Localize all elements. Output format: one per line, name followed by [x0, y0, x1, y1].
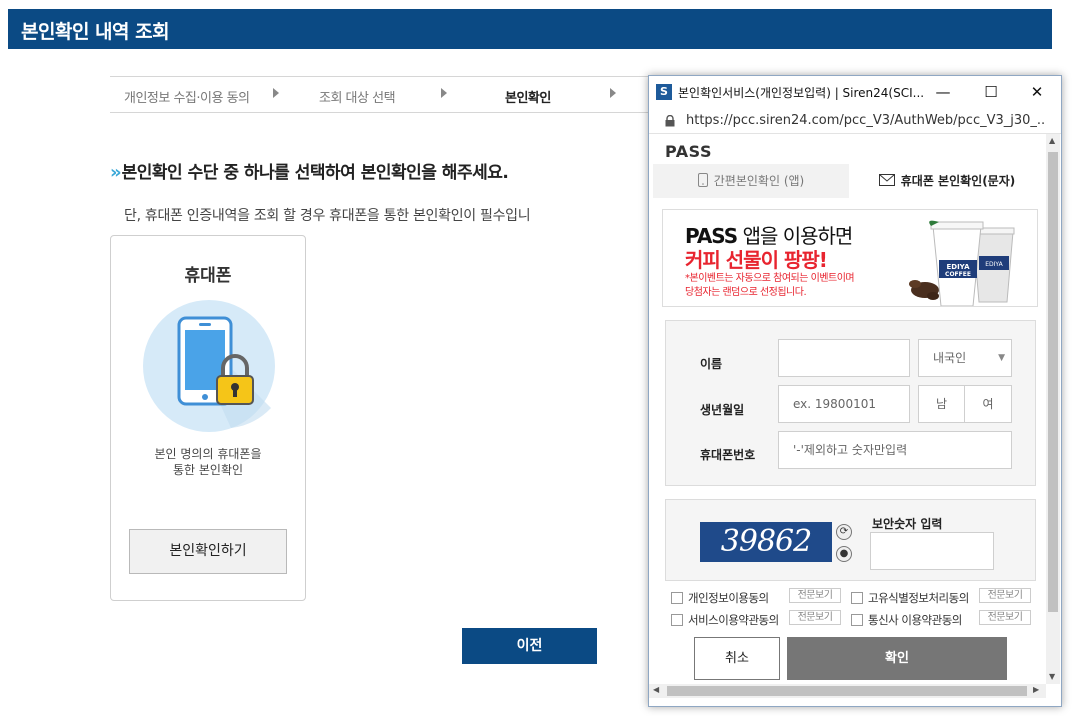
phone-verification-card[interactable]: 휴대폰 본인 명의의 휴대폰을 통한 본인확인 본인확인하기 [110, 235, 306, 601]
verify-identity-button[interactable]: 본인확인하기 [129, 529, 287, 574]
scroll-left-icon[interactable]: ◀ [653, 685, 659, 694]
minimize-button[interactable]: — [923, 80, 963, 104]
view-full-text-button[interactable]: 전문보기 [789, 588, 841, 603]
personal-info-form: 이름 내국인 ▼ 생년월일 ex. 19800101 남 여 휴대폰번호 '-'… [665, 320, 1036, 486]
lock-icon [665, 115, 675, 127]
banner-subheadline: 커피 선물이 팡팡! [685, 248, 828, 272]
name-field[interactable] [778, 339, 910, 377]
step-indicator: 개인정보 수집·이용 동의 조회 대상 선택 본인확인 [110, 76, 670, 113]
captcha-image: 39862 [700, 522, 832, 562]
scrollbar-thumb[interactable] [1048, 152, 1058, 612]
dropdown-arrow-icon: ▼ [998, 353, 1005, 363]
phone-number-field[interactable]: '-'제외하고 숫자만입력 [778, 431, 1012, 469]
view-full-text-button[interactable]: 전문보기 [979, 588, 1031, 603]
agree-carrier-terms[interactable]: 통신사 이용약관동의 [851, 612, 962, 628]
cup-brand-label: EDIYA [946, 263, 970, 271]
dob-field[interactable]: ex. 19800101 [778, 385, 910, 423]
app-icon: S [656, 84, 672, 100]
instruction-heading: » 본인확인 수단 중 하나를 선택하여 본인확인을 해주세요. [110, 158, 509, 183]
step-select-target: 조회 대상 선택 [319, 91, 396, 106]
coffee-cups-image: EDIYA EDIYA COFFEE [909, 220, 1015, 306]
vertical-scrollbar[interactable]: ▲ ▼ [1046, 134, 1060, 684]
view-full-text-button[interactable]: 전문보기 [789, 610, 841, 625]
cup-brand-label: COFFEE [945, 271, 971, 278]
close-button[interactable]: ✕ [1017, 80, 1057, 104]
tab-sms-verification[interactable]: 휴대폰 본인확인(문자) [849, 164, 1045, 198]
auth-tabs: 간편본인확인 (앱) 휴대폰 본인확인(문자) [653, 164, 1045, 198]
confirm-button[interactable]: 확인 [787, 637, 1007, 680]
agree-unique-id[interactable]: 고유식별정보처리동의 [851, 590, 969, 606]
url-text: https://pcc.siren24.com/pcc_V3/AuthWeb/p… [686, 113, 1046, 128]
nationality-value: 내국인 [933, 351, 967, 365]
maximize-button[interactable]: ☐ [971, 80, 1011, 104]
checkbox[interactable] [851, 592, 863, 604]
gender-female-button[interactable]: 여 [964, 385, 1012, 423]
card-description: 본인 명의의 휴대폰을 통한 본인확인 [111, 446, 305, 478]
instruction-text: 본인확인 수단 중 하나를 선택하여 본인확인을 해주세요. [121, 163, 509, 183]
notice-text: 단, 휴대폰 인증내역을 조회 할 경우 휴대폰을 통한 본인확인이 필수입니 [124, 208, 531, 224]
event-banner[interactable]: PASS 앱을 이용하면 커피 선물이 팡팡! *본이벤트는 자동으로 참여되는… [662, 209, 1038, 307]
card-title: 휴대폰 [184, 266, 232, 286]
tab-app-verification[interactable]: 간편본인확인 (앱) [653, 164, 849, 198]
name-label: 이름 [700, 357, 723, 371]
window-title: 본인확인서비스(개인정보입력) | Siren24(SCI... [678, 86, 923, 100]
phone-lock-icon [143, 300, 275, 432]
phone-label: 휴대폰번호 [700, 448, 756, 462]
captcha-section: 39862 ⟳ ● 보안숫자 입력 [665, 499, 1036, 581]
scrollbar-thumb[interactable] [667, 686, 1027, 696]
tab-label: 간편본인확인 (앱) [713, 174, 805, 188]
captcha-label: 보안숫자 입력 [872, 517, 943, 531]
agree-label: 서비스이용약관동의 [688, 613, 779, 627]
checkbox[interactable] [671, 614, 683, 626]
address-bar[interactable]: https://pcc.siren24.com/pcc_V3/AuthWeb/p… [649, 108, 1061, 134]
horizontal-scrollbar[interactable]: ◀ ▶ [649, 684, 1046, 698]
speaker-icon[interactable]: ● [836, 546, 852, 562]
captcha-input[interactable] [870, 532, 994, 570]
popup-window: S 본인확인서비스(개인정보입력) | Siren24(SCI... — ☐ ✕… [648, 75, 1062, 707]
agree-label: 고유식별정보처리동의 [868, 591, 969, 605]
agree-personal-info[interactable]: 개인정보이용동의 [671, 590, 769, 606]
view-full-text-button[interactable]: 전문보기 [979, 610, 1031, 625]
card-desc-line: 본인 명의의 휴대폰을 [154, 447, 262, 461]
cup-brand-label: EDIYA [985, 261, 1003, 268]
chevron-right-icon [273, 88, 279, 98]
checkbox[interactable] [851, 614, 863, 626]
cancel-button[interactable]: 취소 [694, 637, 780, 680]
agree-label: 개인정보이용동의 [688, 591, 769, 605]
checkbox[interactable] [671, 592, 683, 604]
phone-icon [697, 173, 708, 187]
envelope-icon [878, 174, 895, 186]
step-consent: 개인정보 수집·이용 동의 [124, 91, 250, 106]
gender-male-button[interactable]: 남 [918, 385, 965, 423]
chevron-right-icon [610, 88, 616, 98]
previous-button[interactable]: 이전 [462, 628, 597, 664]
banner-note-line: *본이벤트는 자동으로 참여되는 이벤트이며 [685, 273, 855, 284]
banner-note-line: 당첨자는 랜덤으로 선정됩니다. [685, 287, 807, 298]
scroll-down-icon[interactable]: ▼ [1049, 672, 1055, 681]
nationality-select[interactable]: 내국인 ▼ [918, 339, 1012, 377]
double-chevron-icon: » [110, 162, 121, 183]
window-titlebar[interactable]: S 본인확인서비스(개인정보입력) | Siren24(SCI... — ☐ ✕ [649, 76, 1061, 108]
scroll-right-icon[interactable]: ▶ [1033, 685, 1039, 694]
page-title: 본인확인 내역 조회 [8, 9, 1052, 49]
card-desc-line: 통한 본인확인 [172, 463, 244, 477]
tab-label: 휴대폰 본인확인(문자) [900, 174, 1016, 188]
scroll-up-icon[interactable]: ▲ [1049, 136, 1055, 145]
dob-label: 생년월일 [700, 403, 745, 417]
chevron-right-icon [441, 88, 447, 98]
step-identity-verification: 본인확인 [505, 91, 551, 106]
pass-logo: PASS [665, 142, 712, 161]
agree-service-terms[interactable]: 서비스이용약관동의 [671, 612, 779, 628]
refresh-icon[interactable]: ⟳ [836, 524, 852, 540]
banner-note: *본이벤트는 자동으로 참여되는 이벤트이며 당첨자는 랜덤으로 선정됩니다. [685, 272, 855, 300]
agree-label: 통신사 이용약관동의 [868, 613, 962, 627]
